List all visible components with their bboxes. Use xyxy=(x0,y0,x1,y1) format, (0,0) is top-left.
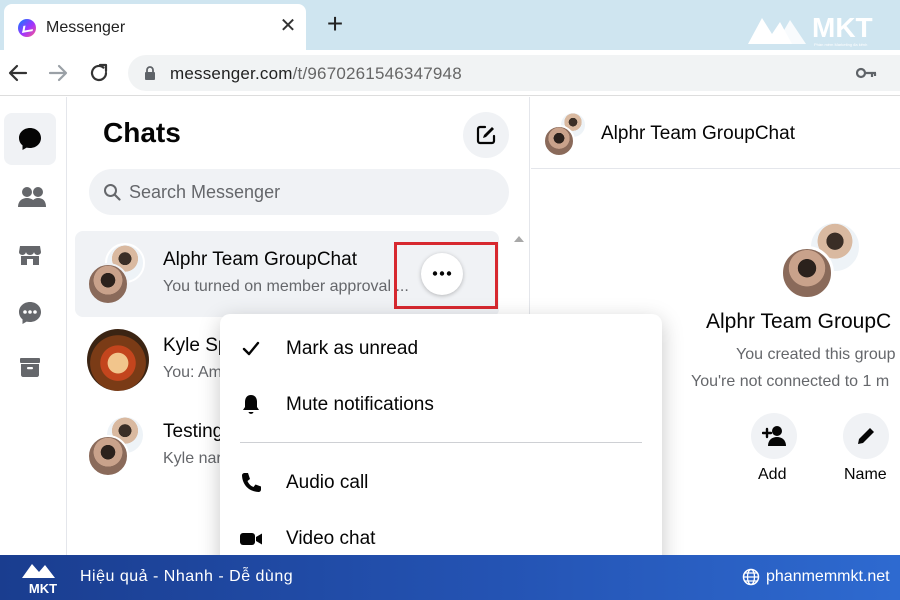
message-requests-icon xyxy=(19,302,41,324)
conversation-preview: Kyle nar xyxy=(163,450,222,467)
banner-website[interactable]: phanmemmkt.net xyxy=(766,568,890,586)
avatar-member-2 xyxy=(87,263,129,305)
edit-name-label: Name xyxy=(844,466,887,483)
browser-toolbar: messenger.com/t/9670261546347948 xyxy=(0,50,900,96)
info-connection-text: You're not connected to 1 m xyxy=(691,373,890,390)
new-tab-button[interactable]: + xyxy=(322,10,348,38)
search-icon xyxy=(104,184,121,201)
chats-title: Chats xyxy=(103,117,181,148)
menu-item-label: Video chat xyxy=(286,528,376,549)
add-person-icon xyxy=(762,426,786,446)
left-nav-rail xyxy=(0,97,67,555)
browser-tab[interactable]: Messenger ✕ xyxy=(4,4,306,50)
url-domain: messenger.com xyxy=(170,64,293,83)
watermark-tagline: Phần mềm Marketing đa kênh xyxy=(814,42,868,47)
search-bar xyxy=(89,169,509,215)
rail-item-message-requests[interactable] xyxy=(4,287,56,339)
edit-name-button[interactable] xyxy=(843,413,889,459)
bell-icon xyxy=(243,395,259,414)
more-options-button[interactable] xyxy=(421,253,463,295)
add-people-label: Add xyxy=(758,466,787,483)
messenger-favicon-icon xyxy=(18,19,36,37)
key-icon[interactable] xyxy=(856,65,878,81)
mkt-watermark-logo: MKT Phần mềm Marketing đa kênh xyxy=(746,10,896,50)
search-input[interactable] xyxy=(129,169,489,215)
avatar xyxy=(87,329,149,391)
compose-icon xyxy=(476,125,496,145)
menu-item-label: Mute notifications xyxy=(286,394,434,415)
url-path: /t/9670261546347948 xyxy=(292,64,462,83)
header-group-avatar[interactable] xyxy=(543,111,587,157)
reload-icon[interactable] xyxy=(87,61,111,85)
header-conversation-name[interactable]: Alphr Team GroupChat xyxy=(601,123,795,145)
conversation-context-menu: Mark as unread Mute notifications Audio … xyxy=(220,314,662,574)
rail-item-marketplace[interactable] xyxy=(4,229,56,281)
address-bar[interactable]: messenger.com/t/9670261546347948 xyxy=(128,55,900,91)
rail-item-archive[interactable] xyxy=(4,341,56,393)
url-text: messenger.com/t/9670261546347948 xyxy=(170,64,462,84)
mkt-mountain-icon xyxy=(748,18,806,44)
menu-item-mark-unread[interactable]: Mark as unread xyxy=(234,324,648,372)
browser-tab-bar: Messenger ✕ + MKT Phần mềm Marketing đa … xyxy=(0,0,900,50)
watermark-brand: MKT xyxy=(812,12,873,43)
rail-item-people[interactable] xyxy=(4,171,56,223)
menu-item-audio-call[interactable]: Audio call xyxy=(234,458,648,506)
avatar-member-2 xyxy=(87,435,129,477)
menu-item-label: Audio call xyxy=(286,472,369,493)
avatar-member-2 xyxy=(543,125,575,157)
rail-item-chats[interactable] xyxy=(4,113,56,165)
new-message-button[interactable] xyxy=(463,112,509,158)
conversation-preview: You turned on member approval ... xyxy=(163,278,409,295)
video-icon xyxy=(240,533,262,545)
archive-icon xyxy=(20,358,40,377)
menu-divider xyxy=(240,442,642,443)
add-people-button[interactable] xyxy=(751,413,797,459)
conversation-header: Alphr Team GroupChat xyxy=(531,97,900,169)
phone-icon xyxy=(242,473,261,492)
banner-slogan: Hiệu quả - Nhanh - Dễ dùng xyxy=(80,568,294,585)
globe-icon xyxy=(742,568,760,586)
banner-logo-text: MKT xyxy=(29,581,57,596)
back-arrow-icon[interactable] xyxy=(6,61,30,85)
mkt-logo-icon: MKT xyxy=(22,564,57,596)
scroll-up-arrow-icon[interactable] xyxy=(514,236,524,242)
info-created-text: You created this group xyxy=(736,346,896,363)
forward-arrow-icon[interactable] xyxy=(46,61,70,85)
avatar-member-2 xyxy=(780,246,834,300)
more-dots-icon xyxy=(432,271,452,276)
footer-banner: MKT Hiệu quả - Nhanh - Dễ dùng phanmemmk… xyxy=(0,555,900,600)
group-avatar xyxy=(87,415,145,477)
conversation-name: Alphr Team GroupChat xyxy=(163,249,357,270)
conversation-preview: You: Am xyxy=(163,364,223,381)
info-group-name: Alphr Team GroupC xyxy=(706,310,892,333)
lock-icon xyxy=(145,66,155,80)
check-icon xyxy=(242,341,260,356)
people-icon xyxy=(18,187,46,207)
chats-icon xyxy=(19,128,41,150)
info-group-avatar xyxy=(780,220,862,300)
menu-item-mute[interactable]: Mute notifications xyxy=(234,380,648,428)
pencil-icon xyxy=(858,428,874,444)
tab-close-button[interactable]: ✕ xyxy=(276,14,300,38)
group-avatar xyxy=(87,243,145,305)
tab-title: Messenger xyxy=(46,19,126,36)
menu-item-label: Mark as unread xyxy=(286,338,419,359)
marketplace-icon xyxy=(19,246,41,265)
